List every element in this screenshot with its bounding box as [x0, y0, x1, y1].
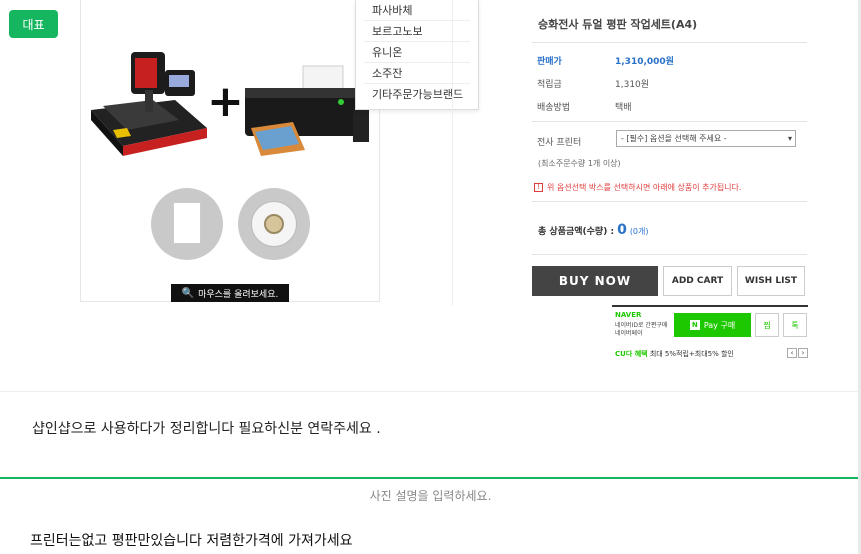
- total-value: 0: [617, 222, 627, 238]
- section-divider: [0, 391, 861, 392]
- product-image[interactable]: + 🔍 마우스를 올려보세요.: [80, 0, 380, 302]
- dropdown-item[interactable]: 기타주문가능브랜드: [364, 84, 470, 105]
- column-divider: [452, 0, 453, 306]
- min-quantity-note: (최소주문수량 1개 이상): [538, 159, 621, 168]
- buy-now-button[interactable]: BUY NOW: [532, 266, 658, 296]
- naver-pay-box: NAVER 네이버ID로 간편구매 네이버페이 N Pay 구매 찜 톡 CU다…: [612, 305, 808, 359]
- divider: [532, 121, 807, 122]
- green-divider: [0, 477, 861, 479]
- divider: [532, 201, 807, 202]
- brand-dropdown-menu[interactable]: 파사바체 보르고노보 유니온 소주잔 기타주문가능브랜드: [355, 0, 479, 110]
- option-notice: ! 위 옵션선택 박스를 선택하시면 아래에 상품이 추가됩니다.: [534, 182, 741, 193]
- magnifier-icon: 🔍: [181, 287, 195, 299]
- naver-promo-highlight: CU다 혜택: [615, 350, 648, 358]
- total-count: (0개): [629, 227, 649, 236]
- plus-sign: +: [207, 76, 244, 127]
- printer-option-value: - [필수] 옵션을 선택해 주세요 -: [621, 134, 727, 143]
- divider: [532, 254, 807, 255]
- naver-pay-button[interactable]: N Pay 구매: [674, 313, 751, 337]
- dropdown-item[interactable]: 소주잔: [364, 63, 470, 84]
- price-label: 판매가: [537, 57, 562, 67]
- price-value: 1,310,000원: [615, 57, 674, 67]
- divider: [612, 305, 808, 307]
- dropdown-item[interactable]: 파사바체: [364, 0, 470, 21]
- add-cart-button[interactable]: ADD CART: [663, 266, 732, 296]
- thumbnail-sheet[interactable]: [151, 188, 223, 260]
- heat-press-image: [91, 52, 207, 156]
- photo-caption: 사진 설명을 입력하세요.: [369, 489, 492, 503]
- total-label: 총 상품금액(수량) :: [538, 227, 615, 237]
- wish-list-button[interactable]: WISH LIST: [737, 266, 805, 296]
- dropdown-item[interactable]: 유니온: [364, 42, 470, 63]
- zoom-hint: 🔍 마우스를 올려보세요.: [171, 284, 289, 302]
- option-notice-text: 위 옵션선택 박스를 선택하시면 아래에 상품이 추가됩니다.: [547, 183, 742, 192]
- alert-icon: !: [534, 183, 543, 192]
- price-row: 판매가 1,310,000원: [537, 54, 674, 67]
- naver-wish-button[interactable]: 찜: [755, 313, 779, 337]
- chevron-left-icon[interactable]: ‹: [787, 348, 797, 358]
- naver-talk-button[interactable]: 톡: [783, 313, 807, 337]
- printer-option-label: 전사 프린터: [537, 138, 582, 148]
- thumbnail-tape[interactable]: [238, 188, 310, 260]
- chevron-right-icon[interactable]: ›: [798, 348, 808, 358]
- naver-promo: CU다 혜택 최대 5%적립+최대5% 할인: [615, 349, 734, 359]
- shipping-row: 배송방법 택배: [537, 100, 632, 113]
- naver-promo-text: 최대 5%적립+최대5% 할인: [649, 350, 734, 358]
- main-image-badge: 대표: [9, 10, 58, 38]
- description-line-2: 프린터는없고 평판만있습니다 저렴한가격에 가져가세요: [30, 533, 353, 549]
- naver-n-icon: N: [689, 320, 700, 330]
- shipping-value: 택배: [615, 103, 632, 113]
- divider: [532, 42, 807, 43]
- zoom-hint-text: 마우스를 올려보세요.: [198, 289, 279, 300]
- naver-brand: NAVER: [615, 311, 642, 319]
- naver-pay-label: Pay 구매: [703, 320, 736, 330]
- promo-pager: ‹ ›: [787, 348, 808, 358]
- product-title: 승화전사 듀얼 평판 작업세트(A4): [538, 18, 698, 31]
- dropdown-item[interactable]: 보르고노보: [364, 21, 470, 42]
- shipping-label: 배송방법: [537, 103, 571, 113]
- point-label: 적립금: [537, 80, 562, 90]
- printer-image: [245, 65, 369, 156]
- point-value: 1,310원: [615, 80, 650, 90]
- printer-option-select[interactable]: - [필수] 옵션을 선택해 주세요 - ▾: [616, 130, 796, 147]
- description-line-1: 샵인샵으로 사용하다가 정리합니다 필요하신분 연락주세요 .: [32, 421, 381, 437]
- point-row: 적립금 1,310원: [537, 77, 649, 90]
- naver-pay-description: 네이버ID로 간편구매 네이버페이: [615, 322, 668, 337]
- chevron-down-icon: ▾: [787, 134, 792, 143]
- printer-option-row: 전사 프린터: [537, 135, 581, 148]
- total-price: 총 상품금액(수량) : 0 (0개): [538, 222, 649, 238]
